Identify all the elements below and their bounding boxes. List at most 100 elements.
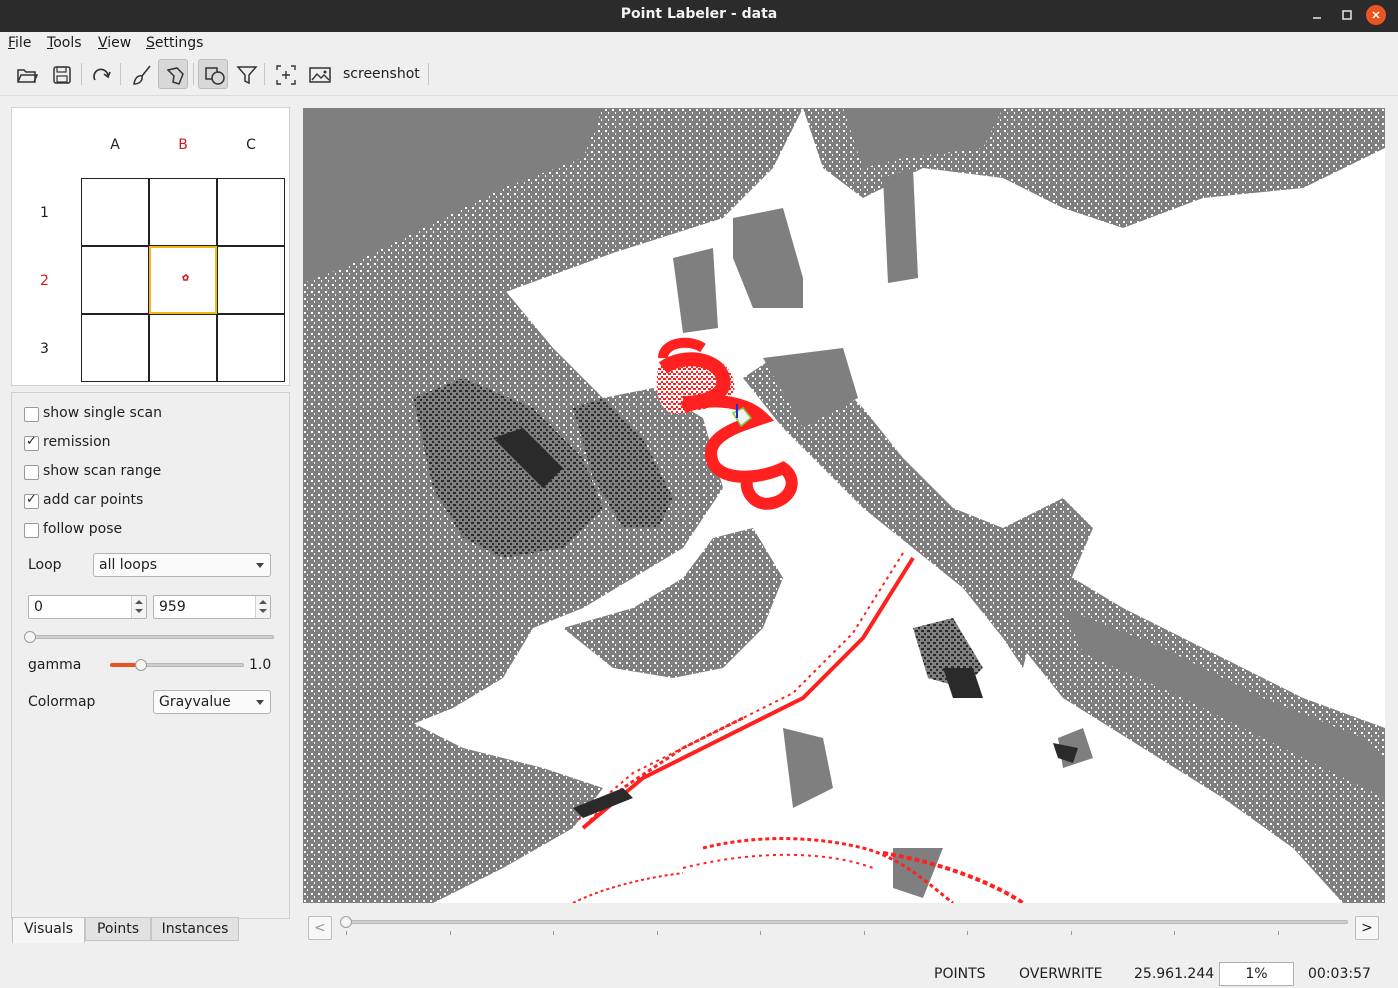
menu-settings-mnemonic: S [146,35,155,51]
tile-a2[interactable] [81,246,149,314]
shapes-icon [205,67,225,85]
toolbar-separator [81,63,82,85]
colormap-select[interactable]: Grayvalue [153,690,271,714]
filter-icon [236,66,258,85]
point-cloud-render[interactable] [303,108,1385,903]
point-cloud-region [783,728,833,808]
toolbar-separator [264,63,265,85]
redo-icon [93,68,111,81]
tile-b2-selected[interactable] [149,246,217,314]
menu-view[interactable]: View [98,35,131,51]
center-view-icon [276,65,296,85]
tab-visuals[interactable]: Visuals [12,917,85,943]
center-view-button[interactable] [270,59,300,89]
save-button[interactable] [46,59,76,89]
spin-down-icon[interactable] [259,609,267,613]
polygon-button[interactable] [158,59,188,89]
timeline-tick [346,931,347,935]
point-cloud-region [883,168,918,283]
tile-c1[interactable] [217,178,285,246]
checkbox-box[interactable]: ✓ [24,492,39,509]
open-button[interactable] [11,59,41,89]
timeline-tick [760,931,761,935]
range-slider-handle[interactable] [24,631,36,643]
colormap-select-value: Grayvalue [159,694,231,710]
shapes-button[interactable] [198,59,228,89]
status-time: 00:03:57 [1308,966,1371,982]
spin-arrows[interactable] [131,596,146,618]
screenshot-label[interactable]: screenshot [343,66,420,82]
menu-view-mnemonic: V [98,35,108,51]
checkbox-label: remission [43,434,111,450]
range-start-value: 0 [34,599,43,615]
loop-select[interactable]: all loops [93,553,271,577]
spin-arrows[interactable] [255,596,270,618]
labeled-road-curve [682,853,874,869]
toolbar-separator [120,63,121,85]
chevron-down-icon [256,563,264,568]
tile-b3[interactable] [149,314,217,382]
next-scan-button[interactable]: > [1355,916,1379,940]
menu-view-label: iew [107,35,132,51]
tile-row-label-1: 1 [40,205,49,221]
menu-settings-label: ettings [154,35,204,51]
save-icon [53,66,71,84]
menu-file[interactable]: File [8,35,31,51]
brush-icon [133,65,151,85]
scan-timeline-slider[interactable] [346,920,1348,924]
checkbox-box[interactable] [24,465,39,480]
menu-bar: File Tools View Settings [0,32,1398,54]
timeline-tick [1278,931,1279,935]
check-mark-icon: ✓ [26,492,37,507]
checkbox-label: show single scan [43,405,162,421]
loop-select-value: all loops [99,557,158,573]
tile-column-label-a: A [110,137,120,153]
brush-button[interactable] [126,59,156,89]
tile-a1[interactable] [81,178,149,246]
minimize-button[interactable] [1306,4,1328,26]
trajectory-marker-icon [182,273,189,281]
tile-a3[interactable] [81,314,149,382]
polygon-icon [166,67,184,85]
tab-instances[interactable]: Instances [151,917,239,941]
range-start-spinbox[interactable]: 0 [28,595,147,619]
chevron-down-icon [256,700,264,705]
redo-button[interactable] [85,59,115,89]
timeline-tick [450,931,451,935]
range-end-value: 959 [159,599,186,615]
tile-c2[interactable] [217,246,285,314]
menu-tools[interactable]: Tools [47,35,82,51]
checkbox-box[interactable] [24,523,39,538]
title-bar: Point Labeler - data [0,0,1398,32]
status-progress-percent: 1% [1219,962,1294,986]
scan-timeline-handle[interactable] [340,916,352,928]
spin-up-icon[interactable] [135,600,143,604]
spin-up-icon[interactable] [259,600,267,604]
point-cloud-viewport[interactable] [303,108,1385,903]
point-cloud-region [733,208,803,308]
visuals-panel: show single scan ✓ remission show scan r… [11,392,290,919]
gamma-slider-handle[interactable] [135,659,147,671]
checkbox-box[interactable] [24,407,39,422]
range-slider-track[interactable] [26,635,274,639]
range-end-spinbox[interactable]: 959 [153,595,271,619]
toolbar-separator [428,63,429,85]
filter-button[interactable] [231,59,261,89]
timeline-tick [1174,931,1175,935]
menu-settings[interactable]: Settings [146,35,203,51]
maximize-button[interactable] [1336,4,1358,26]
point-cloud-region [673,248,718,333]
window-title: Point Labeler - data [620,6,778,22]
check-mark-icon: ✓ [26,434,37,449]
screenshot-icon [309,67,331,83]
close-button[interactable] [1366,5,1386,25]
screenshot-button[interactable] [304,59,334,89]
toolbar-separator [193,63,194,85]
tab-points[interactable]: Points [85,917,151,941]
checkbox-box[interactable]: ✓ [24,434,39,451]
tile-c3[interactable] [217,314,285,382]
timeline-tick [1071,931,1072,935]
previous-scan-button[interactable]: < [308,916,332,940]
spin-down-icon[interactable] [135,609,143,613]
tile-b1[interactable] [149,178,217,246]
